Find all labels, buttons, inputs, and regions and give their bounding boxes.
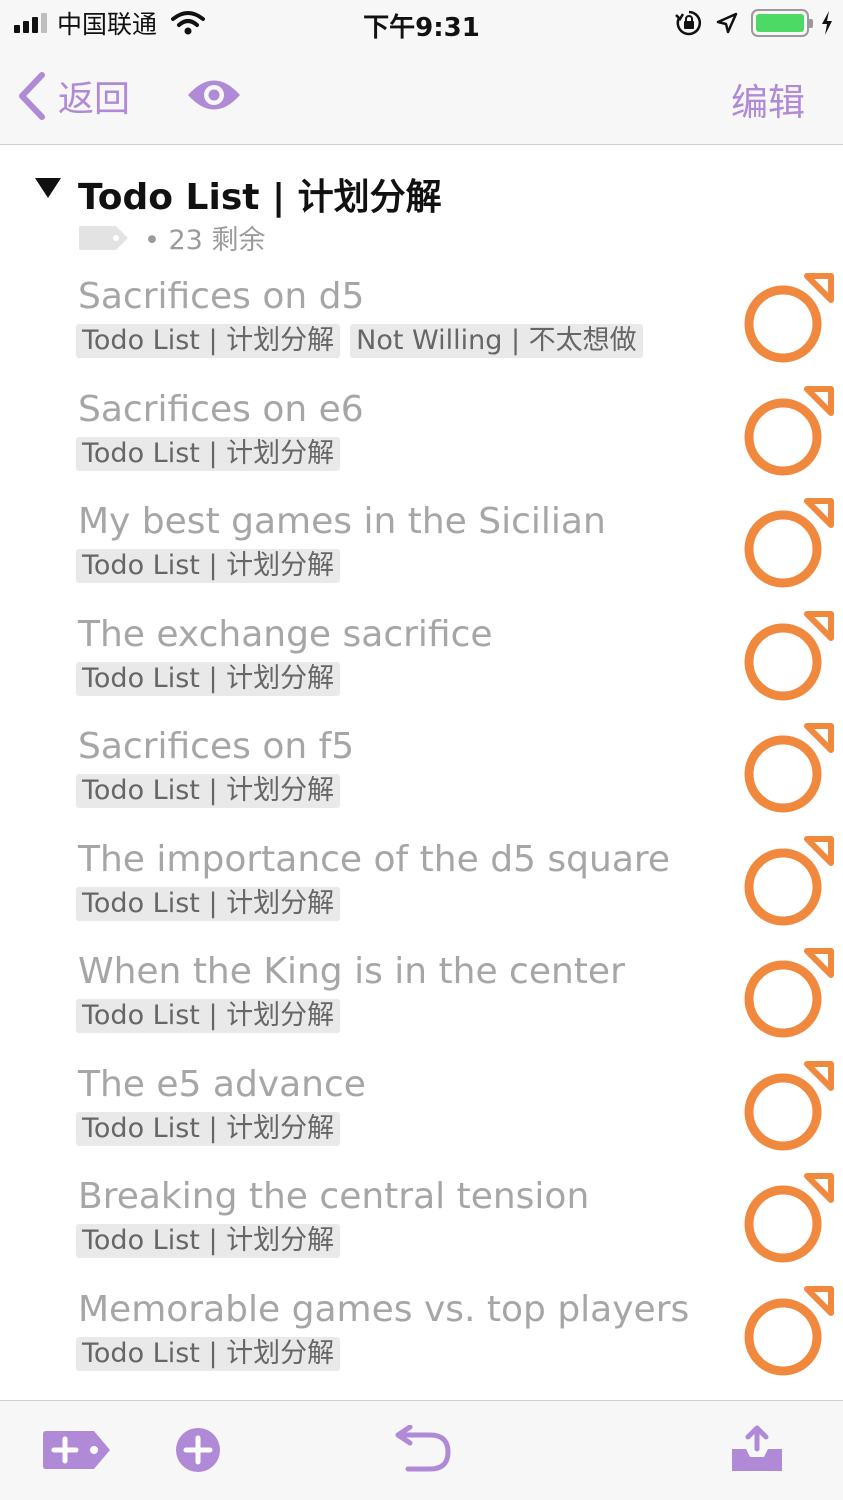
group-subtitle: • 23 剩余 <box>78 218 265 257</box>
item-tags: Todo List | 计划分解 <box>76 1224 341 1258</box>
inbox-upload-icon[interactable] <box>730 1425 784 1475</box>
location-icon <box>716 12 738 34</box>
back-label: 返回 <box>58 79 131 120</box>
item-tag: Todo List | 计划分解 <box>76 774 341 808</box>
list-item[interactable]: When the King is in the center Todo List… <box>0 943 843 1056</box>
item-tags: Todo List | 计划分解 <box>76 774 341 808</box>
item-title: The e5 advance <box>78 1063 366 1105</box>
list-item[interactable]: Sacrifices on e6 Todo List | 计划分解 <box>0 381 843 494</box>
todo-list: Sacrifices on d5 Todo List | 计划分解 Not Wil… <box>0 268 843 1393</box>
bottom-toolbar <box>0 1400 843 1500</box>
item-tag: Todo List | 计划分解 <box>76 1224 341 1258</box>
back-button[interactable]: 返回 <box>16 70 130 122</box>
item-tags: Todo List | 计划分解 <box>76 999 341 1033</box>
item-title: Memorable games vs. top players <box>78 1288 690 1330</box>
flagged-circle-icon[interactable] <box>739 1285 835 1381</box>
item-tags: Todo List | 计划分解 <box>76 661 341 696</box>
status-right <box>675 8 833 38</box>
item-title: The exchange sacrifice <box>78 613 493 655</box>
item-tag: Todo List | 计划分解 <box>76 1111 341 1146</box>
item-tag: Todo List | 计划分解 <box>76 661 341 696</box>
item-title: Breaking the central tension <box>78 1176 590 1217</box>
list-item[interactable]: Breaking the central tension Todo List |… <box>0 1168 843 1281</box>
list-item[interactable]: The importance of the d5 square Todo Lis… <box>0 831 843 944</box>
item-tag: Todo List | 计划分解 <box>76 436 341 471</box>
flagged-circle-icon[interactable] <box>739 947 835 1043</box>
item-tag: Todo List | 计划分解 <box>76 1336 341 1371</box>
item-title: When the King is in the center <box>78 951 625 992</box>
item-tag: Todo List | 计划分解 <box>76 549 341 583</box>
item-title: Sacrifices on f5 <box>78 726 355 767</box>
item-tag: Todo List | 计划分解 <box>76 886 341 921</box>
undo-icon[interactable] <box>390 1425 452 1475</box>
list-item[interactable]: Sacrifices on d5 Todo List | 计划分解 Not Wil… <box>0 268 843 381</box>
group-title: Todo List | 计划分解 <box>78 177 442 218</box>
flagged-circle-icon[interactable] <box>739 610 835 706</box>
item-tags: Todo List | 计划分解 <box>76 1336 341 1371</box>
list-item[interactable]: The e5 advance Todo List | 计划分解 <box>0 1056 843 1169</box>
add-tag-icon[interactable] <box>42 1425 112 1475</box>
charging-bolt-icon <box>822 11 832 35</box>
flagged-circle-icon[interactable] <box>739 1060 835 1156</box>
battery-fill <box>756 14 804 32</box>
item-tag: Not Willing | 不太想做 <box>350 324 643 358</box>
edit-button[interactable]: 编辑 <box>731 72 805 126</box>
item-tags: Todo List | 计划分解 <box>76 549 341 583</box>
flagged-circle-icon[interactable] <box>739 272 835 368</box>
list-item[interactable]: Sacrifices on f5 Todo List | 计划分解 <box>0 718 843 831</box>
battery-icon <box>751 9 813 37</box>
flagged-circle-icon[interactable] <box>739 385 835 481</box>
item-title: My best games in the Sicilian <box>78 501 606 542</box>
item-tags: Todo List | 计划分解 <box>76 886 341 921</box>
remaining-count: • 23 剩余 <box>144 225 266 256</box>
list-item[interactable]: The exchange sacrifice Todo List | 计划分解 <box>0 606 843 719</box>
tag-icon <box>79 225 128 250</box>
flagged-circle-icon[interactable] <box>739 722 835 818</box>
list-item[interactable]: Memorable games vs. top players Todo Lis… <box>0 1281 843 1394</box>
status-bar: 中国联通 下午9:31 <box>0 0 843 48</box>
flagged-circle-icon[interactable] <box>739 497 835 593</box>
content-area: Todo List | 计划分解 • 23 剩余 Sacrifices on d… <box>0 146 843 1400</box>
item-tag: Todo List | 计划分解 <box>76 999 341 1033</box>
flagged-circle-icon[interactable] <box>739 835 835 931</box>
item-title: Sacrifices on d5 <box>78 276 365 317</box>
item-title: Sacrifices on e6 <box>78 388 364 430</box>
item-tags: Todo List | 计划分解 Not Willing | 不太想做 <box>76 324 643 358</box>
navigation-bar: 返回 编辑 <box>0 48 843 145</box>
flagged-circle-icon[interactable] <box>739 1172 835 1268</box>
triangle-down-icon[interactable] <box>34 176 62 200</box>
item-title: The importance of the d5 square <box>78 838 671 880</box>
add-circle-icon[interactable] <box>174 1425 222 1475</box>
item-tag: Todo List | 计划分解 <box>76 324 341 358</box>
item-tags: Todo List | 计划分解 <box>76 436 341 471</box>
item-tags: Todo List | 计划分解 <box>76 1111 341 1146</box>
eye-icon[interactable] <box>186 76 242 114</box>
list-item[interactable]: My best games in the Sicilian Todo List … <box>0 493 843 606</box>
orientation-lock-icon <box>675 10 702 36</box>
chevron-left-icon <box>19 72 45 120</box>
